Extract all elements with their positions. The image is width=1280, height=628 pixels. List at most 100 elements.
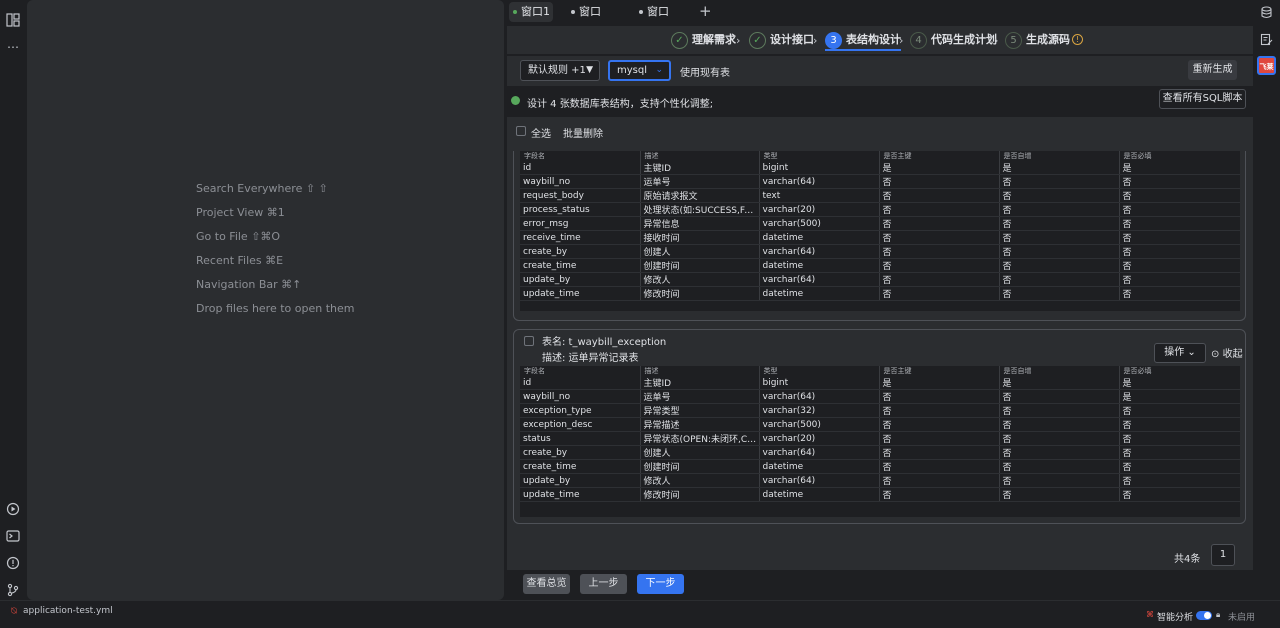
step-design-api[interactable]: ✓ 设计接口 <box>749 29 814 51</box>
table-row[interactable]: update_by 修改人 varchar(64) 否否否 <box>520 473 1240 488</box>
table-cell: 否 <box>878 459 999 474</box>
table-cell: update_time <box>520 487 640 502</box>
table-cell: 否 <box>1118 244 1240 259</box>
tab-window-3[interactable]: 窗口3✕ <box>635 2 689 38</box>
feishu-plugin-icon[interactable]: 飞莱 <box>1257 56 1276 75</box>
table-cell: 否 <box>878 202 999 217</box>
step-label: 理解需求 <box>692 33 736 46</box>
current-file-name[interactable]: application-test.yml <box>23 606 113 616</box>
table-row[interactable]: request_body 原始请求报文 text 否否否 <box>520 188 1240 203</box>
step-codegen-plan[interactable]: 4 代码生成计划 <box>910 29 997 51</box>
table-row[interactable]: process_status处理状态(如:SUCCESS,FAILED)varc… <box>520 202 1240 217</box>
step-label: 代码生成计划 <box>931 33 997 46</box>
table-cell: 原始请求报文 <box>639 188 759 203</box>
table-row[interactable]: id 主键ID bigint 是是是 <box>520 161 1240 175</box>
fields-table: 字段名 描述 类型 是否主键 是否自增 是否必填 id 主键ID bigint 是是是… <box>520 366 1240 517</box>
next-step-button[interactable]: 下一步 <box>637 574 684 594</box>
rule-select[interactable]: 默认规则 +1 ▼ <box>520 60 600 81</box>
table-cell: varchar(20) <box>758 431 879 446</box>
table-cell: datetime <box>758 286 879 301</box>
table-cell: error_msg <box>520 216 640 231</box>
table-cell: bigint <box>758 376 879 390</box>
structure-icon[interactable] <box>6 13 20 27</box>
table-row[interactable]: waybill_no 运单号 varchar(64) 否否否 <box>520 174 1240 189</box>
table-actions-dropdown[interactable]: 操作 ⌄ <box>1154 343 1206 363</box>
chevron-down-icon: ⌄ <box>655 65 663 75</box>
table-row[interactable]: update_time 修改时间 datetime 否否否 <box>520 487 1240 502</box>
database-select[interactable]: mysql ⌄ <box>608 60 671 81</box>
column-header: 描述 <box>639 366 759 376</box>
column-header: 是否主键 <box>878 151 999 161</box>
table-cell: 否 <box>1118 174 1240 189</box>
use-existing-tables-link[interactable]: 使用现有表 <box>680 64 730 79</box>
table-cell: create_by <box>520 244 640 259</box>
step-generate-source[interactable]: 5 生成源码 <box>1005 29 1070 51</box>
git-icon[interactable] <box>6 583 20 597</box>
view-overview-button[interactable]: 查看总览 <box>523 574 570 594</box>
bulk-delete-button[interactable]: 批量删除 <box>563 125 603 140</box>
table-cell: datetime <box>758 487 879 502</box>
table-card: 字段名 描述 类型 是否主键 是否自增 是否必填 id 主键ID bigint 是是是… <box>513 151 1246 321</box>
table-row[interactable]: create_by 创建人 varchar(64) 否否否 <box>520 445 1240 460</box>
collapse-label: 收起 <box>1222 349 1243 360</box>
table-cell: 否 <box>878 286 999 301</box>
select-all-checkbox[interactable] <box>516 126 526 139</box>
regenerate-button[interactable]: 重新生成 <box>1188 60 1237 80</box>
table-row[interactable]: create_by 创建人 varchar(64) 否否否 <box>520 244 1240 259</box>
more-icon[interactable]: ⋯ <box>6 40 20 54</box>
table-cell: 否 <box>998 230 1119 245</box>
table-row[interactable]: update_time 修改时间 datetime 否否否 <box>520 286 1240 301</box>
table-row[interactable]: status异常状态(OPEN:未闭环,CLOSED:已闭环)varchar(2… <box>520 431 1240 446</box>
wizard-actions: 查看总览 上一步 下一步 <box>507 570 1253 600</box>
terminal-icon[interactable] <box>6 529 20 543</box>
table-row[interactable]: create_time 创建时间 datetime 否否否 <box>520 459 1240 474</box>
disabled-status: 未启用 <box>1228 613 1256 623</box>
table-row[interactable]: create_time 创建时间 datetime 否否否 <box>520 258 1240 273</box>
status-bar: ⍉ application-test.yml ⌘ 智能分析 🔒︎ 未启用 <box>0 600 1280 628</box>
run-icon[interactable] <box>6 502 20 516</box>
table-cell: update_by <box>520 473 640 488</box>
summary-message: 设计 4 张数据库表结构，支持个性化调整; <box>527 99 714 110</box>
table-cell: 否 <box>1118 230 1240 245</box>
table-row[interactable]: update_by 修改人 varchar(64) 否否否 <box>520 272 1240 287</box>
database-icon[interactable] <box>1260 6 1273 19</box>
table-row[interactable]: id 主键ID bigint 是是是 <box>520 376 1240 390</box>
smart-analysis-toggle[interactable] <box>1196 611 1212 620</box>
tab-window-1[interactable]: 窗口1 <box>509 2 553 22</box>
step-understand-requirements[interactable]: ✓ 理解需求 <box>671 29 736 51</box>
table-cell: 否 <box>1118 272 1240 287</box>
edit-doc-icon[interactable] <box>1260 33 1273 46</box>
table-cell: 否 <box>1118 459 1240 474</box>
table-row[interactable]: waybill_no 运单号 varchar(64) 否否是 <box>520 389 1240 404</box>
table-cell: 运单号 <box>639 174 759 189</box>
table-cell: 是 <box>998 376 1119 390</box>
table-cell: 否 <box>998 389 1119 404</box>
success-icon <box>511 96 520 105</box>
problems-icon[interactable] <box>6 556 20 570</box>
table-cell: 是 <box>998 161 1119 175</box>
table-row[interactable]: receive_time 接收时间 datetime 否否否 <box>520 230 1240 245</box>
table-cell: 否 <box>1118 403 1240 418</box>
collapse-icon: ⊙ <box>1211 349 1220 360</box>
page-1-button[interactable]: 1 <box>1211 544 1235 566</box>
column-header: 是否必填 <box>1118 151 1240 161</box>
tab-window-2[interactable]: 窗口2✕ <box>567 2 621 38</box>
editor-empty-area: Search Everywhere ⇧ ⇧ Project View ⌘1 Go… <box>27 0 504 600</box>
table-row[interactable]: exception_desc 异常描述 varchar(500) 否否否 <box>520 417 1240 432</box>
database-select-value: mysql <box>617 65 647 76</box>
table-row[interactable]: exception_type 异常类型 varchar(32) 否否否 <box>520 403 1240 418</box>
smart-analysis-icon: ⌘ <box>1146 610 1154 619</box>
table-row[interactable]: error_msg 异常信息 varchar(500) 否否否 <box>520 216 1240 231</box>
collapse-button[interactable]: ⊙ 收起 <box>1211 345 1243 360</box>
rule-select-value: 默认规则 +1 <box>528 65 586 76</box>
previous-step-button[interactable]: 上一步 <box>580 574 627 594</box>
table-cell: 否 <box>998 216 1119 231</box>
warning-icon[interactable]: ! <box>1072 34 1083 45</box>
table-header-row: 字段名 描述 类型 是否主键 是否自增 是否必填 <box>520 151 1240 161</box>
table-cell: 否 <box>878 272 999 287</box>
table-select-checkbox[interactable] <box>524 336 534 349</box>
view-all-sql-button[interactable]: 查看所有SQL脚本 <box>1159 89 1246 109</box>
add-tab-icon[interactable]: + <box>699 2 712 20</box>
table-cell: 否 <box>1118 188 1240 203</box>
step-table-design[interactable]: 3 表结构设计 <box>825 29 901 51</box>
